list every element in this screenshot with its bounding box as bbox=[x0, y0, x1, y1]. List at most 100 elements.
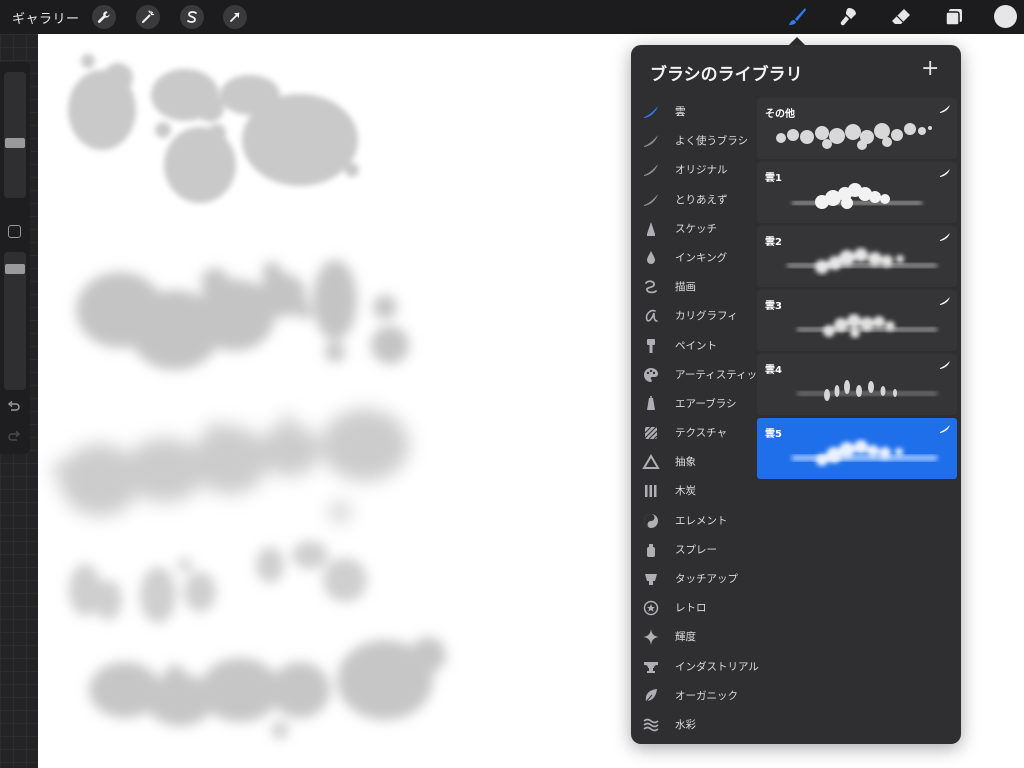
category-item[interactable]: とりあえず bbox=[631, 185, 756, 214]
brush-stroke-icon bbox=[644, 135, 658, 148]
cloud-stroke-2 bbox=[76, 260, 409, 370]
add-brush-button[interactable]: + bbox=[921, 57, 939, 81]
category-label: インキング bbox=[675, 251, 728, 264]
brush-stroke-icon bbox=[644, 193, 658, 206]
brush-preview bbox=[797, 380, 937, 401]
category-label: 抽象 bbox=[675, 456, 696, 469]
category-item[interactable]: 輝度 bbox=[631, 622, 756, 651]
category-label: カリグラフィ bbox=[675, 310, 738, 323]
airbrush-icon bbox=[647, 395, 655, 410]
category-label: 木炭 bbox=[675, 485, 696, 498]
category-label: ペイント bbox=[675, 339, 717, 352]
category-label: タッチアップ bbox=[675, 573, 738, 585]
category-label: インダストリアル bbox=[675, 660, 759, 673]
brush-size-slider[interactable] bbox=[4, 72, 26, 198]
category-label: 描画 bbox=[675, 281, 696, 294]
category-label: よく使うブラシ bbox=[675, 135, 749, 148]
magic-wand-icon[interactable] bbox=[136, 5, 160, 29]
brush-item[interactable]: 雲1 bbox=[757, 162, 957, 223]
smudge-icon[interactable] bbox=[834, 4, 862, 30]
panel-title: ブラシのライブラリ bbox=[650, 65, 803, 85]
category-item[interactable]: 水彩 bbox=[631, 710, 756, 739]
category-item[interactable]: レトロ bbox=[631, 593, 756, 622]
category-label: 雲 bbox=[675, 106, 686, 118]
brush-preview bbox=[797, 314, 937, 338]
texture-icon bbox=[644, 426, 658, 440]
opacity-thumb[interactable] bbox=[5, 264, 25, 274]
brush-size-thumb[interactable] bbox=[5, 138, 25, 148]
brush-category-list: 雲 よく使うブラシ オリジナル とりあえず スケッチ インキング 描画 カリグラ… bbox=[631, 97, 768, 739]
category-item[interactable]: エアーブラシ bbox=[631, 389, 756, 418]
cloud-stroke-3 bbox=[52, 409, 409, 522]
brush-stroke-icon bbox=[940, 233, 950, 241]
category-label: レトロ bbox=[675, 602, 707, 615]
category-item[interactable]: インダストリアル bbox=[631, 652, 759, 681]
brush-item[interactable]: 雲2 bbox=[757, 226, 957, 287]
curl-icon bbox=[645, 280, 657, 294]
brush-item[interactable]: 雲3 bbox=[757, 290, 957, 351]
layers-icon[interactable] bbox=[940, 4, 968, 30]
category-item[interactable]: 描画 bbox=[631, 272, 756, 301]
brush-preview bbox=[792, 183, 922, 209]
charcoal-icon bbox=[645, 485, 657, 498]
selection-s-icon[interactable] bbox=[180, 5, 204, 29]
category-item[interactable]: 木炭 bbox=[631, 476, 756, 505]
cloud-stroke-5 bbox=[89, 637, 446, 738]
redo-icon[interactable] bbox=[7, 430, 21, 448]
leaf-icon bbox=[644, 688, 657, 704]
top-toolbar: ギャラリー bbox=[0, 0, 1024, 34]
brush-preview bbox=[787, 248, 937, 274]
category-label: オーガニック bbox=[675, 689, 738, 702]
category-item[interactable]: インキング bbox=[631, 243, 756, 272]
triangle-icon bbox=[642, 454, 660, 470]
touchup-icon bbox=[645, 574, 657, 585]
category-label: スプレー bbox=[675, 543, 717, 556]
category-item[interactable]: 抽象 bbox=[631, 447, 756, 476]
category-label: エレメント bbox=[675, 514, 728, 527]
category-item[interactable]: オリジナル bbox=[631, 155, 756, 184]
color-picker-button[interactable] bbox=[994, 5, 1017, 28]
star-badge-icon bbox=[643, 600, 659, 616]
spray-can-icon bbox=[647, 543, 655, 557]
opacity-slider[interactable] bbox=[4, 252, 26, 390]
brush-preview bbox=[792, 440, 937, 466]
brush-item-selected[interactable]: 雲5 bbox=[757, 418, 957, 479]
brush-library-panel: ブラシのライブラリ + 雲 よく使うブラシ オリジナル とりあえず スケッチ イ… bbox=[631, 45, 961, 744]
category-label: とりあえず bbox=[675, 193, 728, 206]
transform-arrow-icon[interactable] bbox=[223, 5, 247, 29]
sparkle-icon bbox=[643, 629, 659, 646]
category-item[interactable]: ペイント bbox=[631, 331, 756, 360]
category-item[interactable]: スプレー bbox=[631, 535, 756, 564]
category-item[interactable]: テクスチャ bbox=[631, 418, 756, 447]
paint-brush-icon bbox=[647, 338, 655, 353]
waves-icon bbox=[643, 718, 659, 732]
calligraphy-icon bbox=[645, 310, 658, 323]
yin-yang-icon bbox=[644, 513, 658, 528]
undo-icon[interactable] bbox=[7, 400, 21, 418]
left-sidebar bbox=[0, 62, 30, 454]
brush-preview bbox=[776, 123, 932, 150]
eraser-icon[interactable] bbox=[887, 4, 915, 30]
category-label: テクスチャ bbox=[675, 427, 728, 440]
palette-icon bbox=[644, 367, 658, 382]
brush-list: その他 雲1 雲2 雲3 雲4 雲5 bbox=[757, 98, 961, 482]
brush-icon[interactable] bbox=[783, 4, 811, 30]
category-item[interactable]: カリグラフィ bbox=[631, 301, 756, 330]
category-item[interactable]: アーティスティック bbox=[631, 360, 768, 389]
category-item[interactable]: エレメント bbox=[631, 506, 756, 535]
brush-item[interactable]: その他 bbox=[757, 98, 957, 159]
category-item[interactable]: スケッチ bbox=[631, 214, 756, 243]
ink-drop-icon bbox=[647, 250, 655, 264]
category-label: スケッチ bbox=[675, 222, 717, 235]
category-item[interactable]: タッチアップ bbox=[631, 564, 756, 593]
brush-stroke-icon bbox=[644, 164, 658, 177]
category-item[interactable]: オーガニック bbox=[631, 681, 756, 710]
gallery-button[interactable]: ギャラリー bbox=[12, 8, 80, 27]
brush-item[interactable]: 雲4 bbox=[757, 354, 957, 415]
category-item[interactable]: 雲 bbox=[631, 97, 756, 126]
category-item[interactable]: よく使うブラシ bbox=[631, 126, 756, 155]
procreate-app: ギャラリー ブラシのライブラリ + 雲 よく使うブラシ オリジナル とりあえず … bbox=[0, 0, 1024, 768]
wrench-icon[interactable] bbox=[92, 5, 116, 29]
modify-button[interactable] bbox=[8, 225, 21, 238]
category-label: 輝度 bbox=[675, 631, 696, 644]
